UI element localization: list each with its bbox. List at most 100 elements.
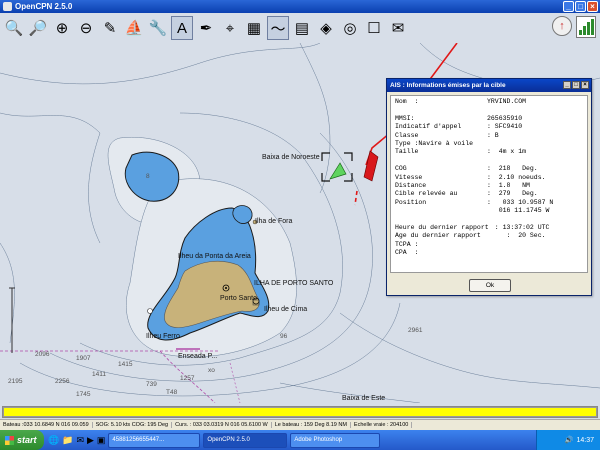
label-porto-santo: Porto Santo bbox=[220, 295, 257, 302]
ais-field-value: : 1.8 NM bbox=[487, 181, 530, 189]
task-label: OpenCPN 2.5.0 bbox=[207, 437, 250, 443]
ais-info-row: Indicatif d'appel: SFC9410 bbox=[395, 123, 583, 131]
mob-button[interactable]: ◎ bbox=[339, 16, 361, 40]
ais-info-row: Cible relevée au : 279 Deg. bbox=[395, 190, 583, 198]
chart-quilting-icon: 〜 bbox=[270, 20, 286, 38]
ais-field-value: : 218 Deg. bbox=[487, 165, 538, 173]
media-icon[interactable]: ▶ bbox=[87, 435, 94, 446]
status-sog-cog: SOG: 5.10 kts COG: 195 Deg bbox=[93, 422, 173, 428]
status-cursor-position: Curs. : 033 03.0319 N 016 05.6100 W bbox=[172, 422, 272, 428]
current-button[interactable]: ⌖ bbox=[219, 16, 241, 40]
ais-target-dialog: AIS : Informations émises par la cible _… bbox=[386, 78, 592, 296]
desktop-icon[interactable]: ▣ bbox=[97, 435, 106, 446]
task-label: Adobe Photoshop bbox=[294, 437, 343, 443]
layers-button[interactable]: ☐ bbox=[363, 16, 385, 40]
depth-sounding: 1745 bbox=[76, 391, 91, 398]
minimize-button[interactable]: _ bbox=[563, 1, 574, 12]
taskbar: start 🌐 📁 ✉ ▶ ▣ 45881256655447... OpenCPN… bbox=[0, 430, 600, 450]
help-button[interactable]: ✉ bbox=[387, 16, 409, 40]
ais-minimize-button[interactable]: _ bbox=[563, 81, 571, 89]
email-icon[interactable]: ✉ bbox=[76, 435, 84, 446]
ais-field-label: Cible relevée au bbox=[395, 190, 458, 198]
depth-sounding: 1415 bbox=[118, 361, 133, 368]
ais-field-value: : 033 10.9587 N bbox=[487, 198, 554, 206]
depth-sounding: 2195 bbox=[8, 378, 23, 385]
ais-info-row: Vitesse: 2.10 noeuds. bbox=[395, 174, 583, 182]
route-button[interactable]: ✎ bbox=[99, 16, 121, 40]
ais-field-label: Position bbox=[395, 198, 427, 206]
chart-loading-progress bbox=[2, 406, 598, 418]
title-bar[interactable]: OpenCPN 2.5.0 _ □ × bbox=[0, 0, 600, 13]
ais-maximize-button[interactable]: □ bbox=[572, 81, 580, 89]
ais-close-button[interactable]: × bbox=[581, 81, 589, 89]
task-label: 45881256655447... bbox=[112, 437, 165, 443]
ais-info-row: Heure du dernier rapport : 13:37:02 UTC bbox=[395, 224, 583, 232]
ais-field-value: : 279 Deg. bbox=[487, 190, 538, 198]
quick-launch: 🌐 📁 ✉ ▶ ▣ bbox=[48, 435, 105, 446]
ok-button[interactable]: Ok bbox=[469, 279, 511, 292]
tide-button[interactable]: ✒ bbox=[195, 16, 217, 40]
app-icon bbox=[3, 2, 12, 11]
ais-info-row: TCPA : bbox=[395, 241, 583, 249]
taskbar-task[interactable]: Adobe Photoshop bbox=[290, 432, 381, 448]
ais-icon: ▦ bbox=[246, 20, 262, 37]
zoom-in-button[interactable]: 🔍 bbox=[3, 16, 25, 40]
ais-field-label: Taille bbox=[395, 148, 419, 156]
start-button[interactable]: start bbox=[0, 430, 44, 450]
ais-field-value: : SFC9410 bbox=[487, 123, 523, 131]
zoom-out-button[interactable]: 🔎 bbox=[27, 16, 49, 40]
print-button[interactable]: ▤ bbox=[291, 16, 313, 40]
window-title: OpenCPN 2.5.0 bbox=[15, 2, 73, 11]
system-tray: 🔊 14:37 bbox=[536, 430, 600, 450]
ais-field-value: : B bbox=[487, 131, 499, 139]
taskbar-task[interactable]: OpenCPN 2.5.0 bbox=[203, 432, 288, 448]
ais-button[interactable]: ▦ bbox=[243, 16, 265, 40]
status-own-position: Bateau :033 10.6849 N 016 09.059 bbox=[0, 422, 93, 428]
ais-field-label: Nom : bbox=[395, 98, 419, 105]
scale-out-button[interactable]: ⊖ bbox=[75, 16, 97, 40]
taskbar-task[interactable]: 45881256655447... bbox=[108, 432, 201, 448]
ais-info-row: 016 11.1745 W bbox=[395, 207, 583, 215]
depth-sounding: 1411 bbox=[92, 371, 106, 378]
auto-follow-button[interactable]: ⛵ bbox=[123, 16, 145, 40]
ais-field-value: : 13:37:02 UTC bbox=[487, 223, 550, 231]
maximize-button[interactable]: □ bbox=[575, 1, 586, 12]
ais-field-value: : 2.10 noeuds. bbox=[487, 173, 546, 181]
layers-icon: ☐ bbox=[367, 20, 381, 37]
chart-quilting-button[interactable]: 〜 bbox=[267, 16, 289, 40]
route-manager-icon: ◈ bbox=[320, 20, 332, 37]
folder-icon[interactable]: 📁 bbox=[62, 435, 73, 446]
settings-button[interactable]: 🔧 bbox=[147, 16, 169, 40]
tide-icon: ✒ bbox=[199, 20, 213, 37]
opencpn-window: OpenCPN 2.5.0 _ □ × 🔍 🔎 ⊕ ⊖ ✎ ⛵ 🔧 A ✒ ⌖ ▦ 〜 ▤ ◈ ◎ ☐ ✉ ↑ bbox=[0, 0, 600, 450]
main-toolbar: 🔍 🔎 ⊕ ⊖ ✎ ⛵ 🔧 A ✒ ⌖ ▦ 〜 ▤ ◈ ◎ ☐ ✉ ↑ bbox=[0, 13, 600, 43]
ais-field-value: 265635910 bbox=[487, 114, 523, 122]
start-label: start bbox=[17, 435, 37, 445]
label-baixa-noroeste: Baixa de Noroeste bbox=[262, 154, 320, 161]
volume-icon[interactable]: 🔊 bbox=[565, 436, 574, 444]
scale-in-button[interactable]: ⊕ bbox=[51, 16, 73, 40]
gps-signal-icon bbox=[576, 16, 596, 38]
help-icon: ✉ bbox=[391, 20, 405, 37]
ais-dialog-controls: _ □ × bbox=[563, 81, 589, 89]
ais-field-label: Age du dernier rapport bbox=[395, 232, 481, 240]
depth-sounding: 1907 bbox=[76, 355, 91, 362]
depth-sounding: 8 bbox=[146, 173, 150, 180]
ais-field-label: Type :Navire à voile bbox=[395, 139, 474, 147]
label-ilheu-ferro: Ilheu Ferro bbox=[146, 333, 180, 340]
compass-icon[interactable]: ↑ bbox=[552, 16, 572, 36]
status-scale: Echelle vraie : 204100 bbox=[351, 422, 413, 428]
depth-sounding: xo bbox=[208, 367, 215, 374]
browser-icon[interactable]: 🌐 bbox=[48, 435, 59, 446]
text-button[interactable]: A bbox=[171, 16, 193, 40]
ais-info-panel: Nom : YRVIND.COM MMSI: 265635910 Indicatif d… bbox=[390, 95, 588, 273]
depth-sounding: T48 bbox=[166, 389, 178, 396]
depth-sounding: 2961 bbox=[408, 327, 423, 334]
ais-spacer bbox=[395, 215, 583, 223]
ais-dialog-titlebar[interactable]: AIS : Informations émises par la cible _… bbox=[387, 79, 591, 92]
ais-info-row: Classe: B bbox=[395, 132, 583, 140]
close-button[interactable]: × bbox=[587, 1, 598, 12]
route-manager-button[interactable]: ◈ bbox=[315, 16, 337, 40]
depth-sounding: 2096 bbox=[35, 351, 50, 358]
ais-field-value: : 20 Sec. bbox=[487, 232, 546, 240]
